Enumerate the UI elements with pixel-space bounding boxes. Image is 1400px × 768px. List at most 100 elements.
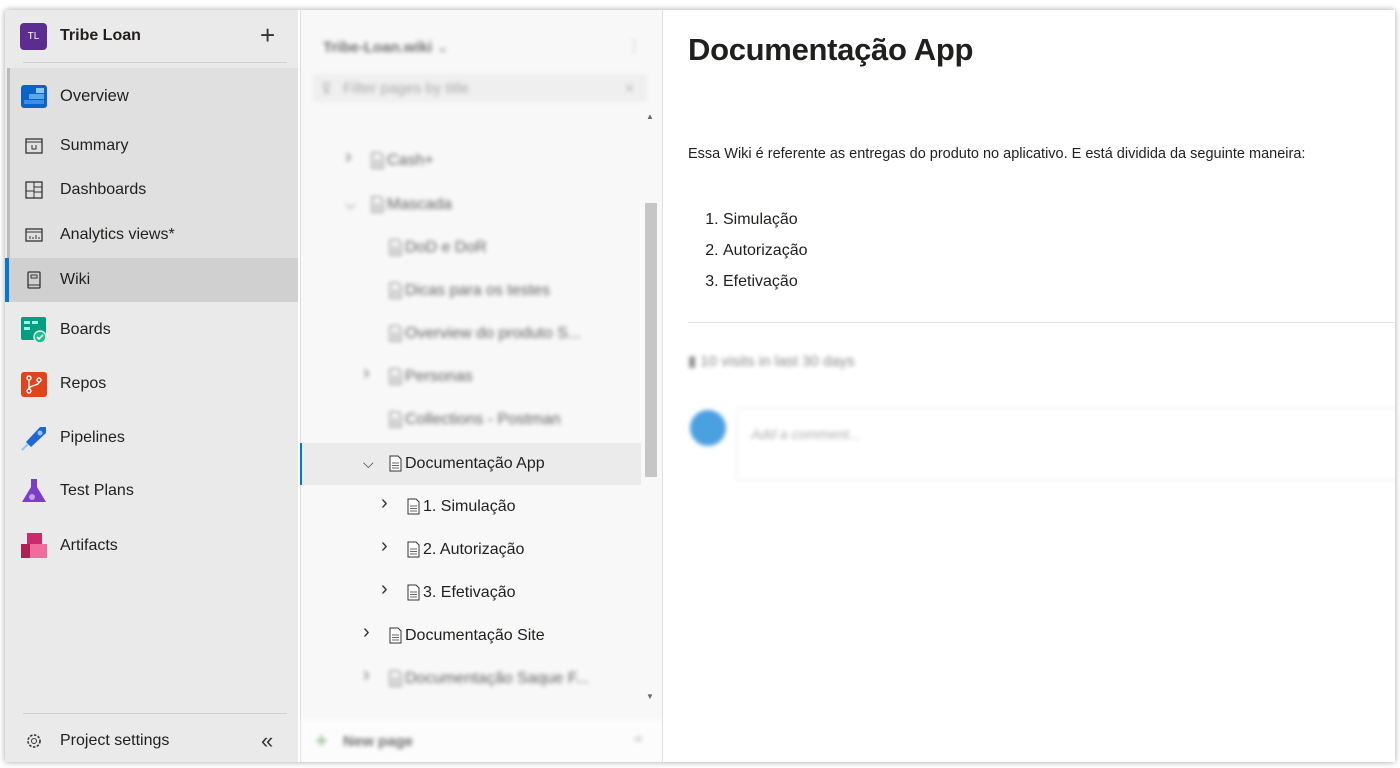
project-name[interactable]: Tribe Loan <box>60 27 141 45</box>
tree-item-label: 2. Autorização <box>423 541 525 558</box>
divider <box>23 62 287 63</box>
tree-item-label: Documentação Saque F... <box>405 670 590 687</box>
intro-text: Essa Wiki é referente as entregas do pro… <box>688 146 1306 162</box>
tree-item-label: 1. Simulação <box>423 498 516 515</box>
nav-dashboards[interactable]: Dashboards <box>5 168 298 212</box>
page-icon <box>389 325 402 342</box>
page-title: Documentação App <box>688 32 974 67</box>
tree-item-label: Collections - Postman <box>405 411 561 428</box>
scroll-down[interactable]: ▼ <box>646 692 654 701</box>
dashboards-icon <box>20 176 48 204</box>
tree-item-label: Mascada <box>387 196 452 213</box>
wiki-icon <box>20 266 48 294</box>
tree-item-label: Cash+ <box>387 152 434 169</box>
list-item: Efetivação <box>723 266 808 297</box>
boards-icon <box>20 316 48 344</box>
nav-analytics-views[interactable]: Analytics views* <box>5 213 298 257</box>
summary-icon <box>20 132 48 160</box>
tree-item[interactable]: ⌵ Mascada <box>301 184 641 226</box>
tree-item[interactable]: Collections - Postman <box>301 399 641 441</box>
filter-input[interactable]: ⊽ Filter pages by title × <box>313 74 647 102</box>
overview-icon <box>20 82 48 110</box>
chevron-down-icon: ⌄ <box>436 39 449 56</box>
repos-icon <box>20 370 48 398</box>
wiki-selector[interactable]: Tribe-Loan.wiki ⌄ <box>323 38 449 56</box>
chevron-right-icon[interactable]: › <box>363 362 370 385</box>
page-icon <box>389 455 402 472</box>
page-icon <box>389 670 402 687</box>
tree-item[interactable]: Dicas para os testes <box>301 270 641 312</box>
page-icon <box>407 541 420 558</box>
plus-icon: + <box>315 728 328 753</box>
sections-list: Simulação Autorização Efetivação <box>705 204 808 297</box>
chevron-down-icon[interactable]: ⌵ <box>345 196 356 213</box>
visits-stat: ▮ 10 visits in last 30 days <box>688 353 855 370</box>
nav-repos[interactable]: Repos <box>5 362 298 406</box>
new-page-button[interactable]: + New page « <box>301 720 663 762</box>
more-options-icon[interactable]: ⋮ <box>626 36 642 56</box>
list-item: Autorização <box>723 235 808 266</box>
collapse-pane-icon[interactable]: « <box>634 730 643 748</box>
gear-icon <box>20 727 48 755</box>
tree-item[interactable]: › Documentação Site <box>301 615 641 657</box>
filter-icon: ⊽ <box>321 81 332 98</box>
chevron-right-icon[interactable]: › <box>381 535 388 558</box>
tree-item-label: 3. Efetivação <box>423 584 516 601</box>
tree-item[interactable]: DoD e DoR <box>301 227 641 269</box>
tree-item[interactable]: › Documentação Saque F... <box>301 658 641 700</box>
nav-summary[interactable]: Summary <box>5 124 298 168</box>
scrollbar-thumb[interactable] <box>645 203 657 477</box>
chevron-right-icon[interactable]: › <box>363 664 370 687</box>
chevron-right-icon[interactable]: › <box>363 621 370 644</box>
page-icon <box>389 282 402 299</box>
page-icon <box>371 152 384 169</box>
tree-item-label: DoD e DoR <box>405 239 487 256</box>
project-avatar: TL <box>20 23 47 50</box>
nav-artifacts[interactable]: Artifacts <box>5 524 298 568</box>
tree-item[interactable]: › Personas <box>301 356 641 398</box>
scroll-up[interactable]: ▲ <box>646 112 654 121</box>
chevron-right-icon[interactable]: › <box>381 492 388 515</box>
divider <box>23 713 287 714</box>
tree-item[interactable]: Overview do produto S... <box>301 313 641 355</box>
tree-item[interactable]: ⌵ Documentação App <box>300 443 641 485</box>
tree-item[interactable]: › Cash+ <box>301 140 641 182</box>
nav-test-plans[interactable]: Test Plans <box>5 469 298 513</box>
page-icon <box>407 498 420 515</box>
tree-item[interactable]: › 2. Autorização <box>301 529 641 571</box>
project-header: TL Tribe Loan + <box>5 10 298 64</box>
chevron-right-icon[interactable]: › <box>381 578 388 601</box>
user-avatar <box>690 410 726 446</box>
wiki-page-content: Documentação App Essa Wiki é referente a… <box>662 10 1395 762</box>
analytics-icon <box>20 221 48 249</box>
page-icon <box>389 627 402 644</box>
chevron-down-icon[interactable]: ⌵ <box>363 455 374 472</box>
app-window: TL Tribe Loan + Overview Summary Dashboa… <box>5 10 1395 762</box>
nav-overview[interactable]: Overview <box>5 74 298 118</box>
artifacts-icon <box>20 532 48 560</box>
tree-scrollbar[interactable]: ▲ ▼ <box>643 106 657 702</box>
nav-boards[interactable]: Boards <box>5 308 298 352</box>
page-icon <box>407 584 420 601</box>
project-settings[interactable]: Project settings « <box>5 720 298 762</box>
chevron-right-icon[interactable]: › <box>345 146 352 169</box>
divider <box>688 322 1395 323</box>
pipelines-icon <box>20 424 48 452</box>
nav-pipelines[interactable]: Pipelines <box>5 416 298 460</box>
tree-item-label: Overview do produto S... <box>405 325 582 342</box>
nav-wiki[interactable]: Wiki <box>5 258 298 302</box>
page-icon <box>389 411 402 428</box>
collapse-icon[interactable]: « <box>261 728 273 754</box>
wiki-tree-panel: Tribe-Loan.wiki ⌄ ⋮ ⊽ Filter pages by ti… <box>300 10 663 762</box>
sidebar: TL Tribe Loan + Overview Summary Dashboa… <box>5 10 298 762</box>
tree-item[interactable]: › 3. Efetivação <box>301 572 641 614</box>
comment-input[interactable]: Add a comment... <box>736 408 1395 481</box>
tree-item-label: Dicas para os testes <box>405 282 550 299</box>
clear-icon[interactable]: × <box>625 80 634 97</box>
visits-icon: ▮ <box>688 353 701 370</box>
tree-item-label: Personas <box>405 368 473 385</box>
page-icon <box>389 368 402 385</box>
tree-item[interactable]: › 1. Simulação <box>301 486 641 528</box>
plus-icon[interactable]: + <box>260 20 275 51</box>
tree-item-label: Documentação Site <box>405 627 545 644</box>
